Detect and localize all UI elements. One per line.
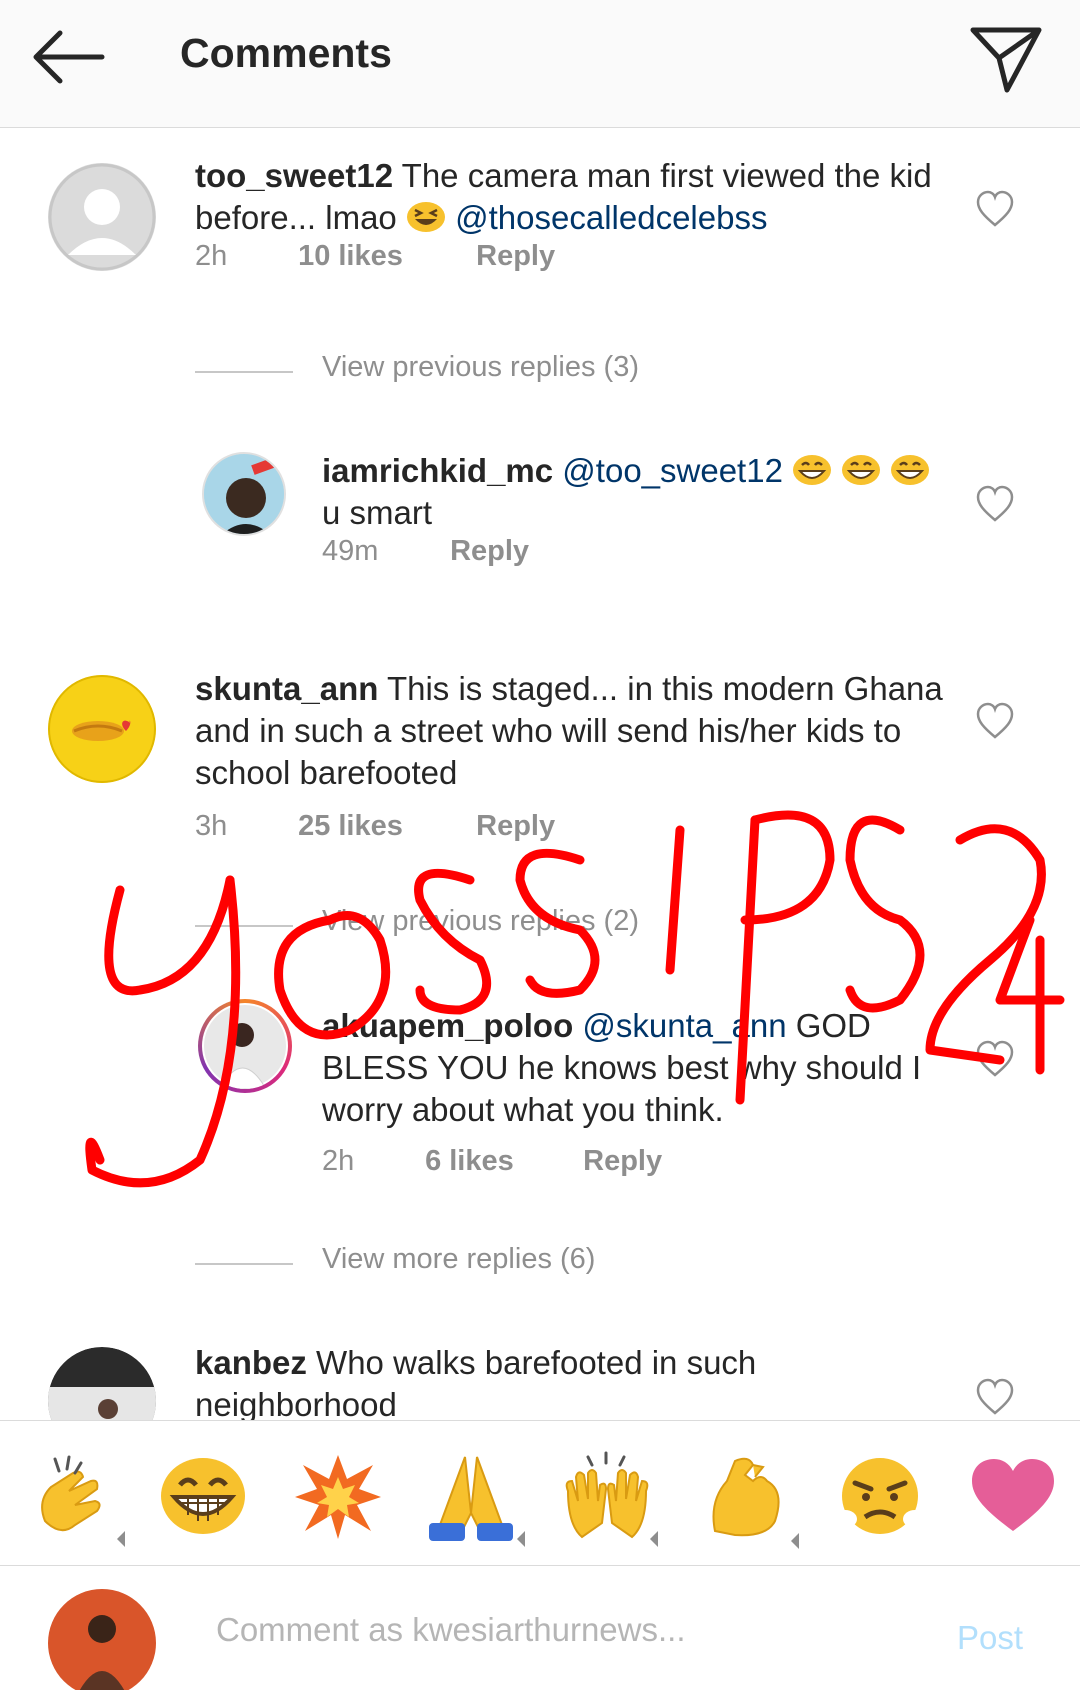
divider-line [195, 371, 293, 373]
view-replies-toggle[interactable]: View previous replies (3) [195, 351, 795, 391]
likes-count[interactable]: 6 likes [425, 1145, 575, 1178]
emoji-button-heart[interactable] [968, 1451, 1058, 1541]
user-photo-icon [48, 1589, 156, 1690]
comment-input[interactable]: Comment as kwesiarthurnews... [216, 1611, 686, 1649]
comment-item: skunta_ann This is staged... in this mod… [0, 660, 1080, 860]
pink-heart-icon [972, 1459, 1054, 1531]
raising-hands-icon [565, 1451, 658, 1547]
emoji-button-angry[interactable] [833, 1451, 927, 1541]
timestamp: 2h [322, 1145, 355, 1177]
paper-plane-icon [970, 27, 1042, 93]
view-replies-label: View previous replies (3) [322, 351, 639, 383]
avatar[interactable] [202, 452, 286, 536]
comment-meta: 3h 25 likes Reply [195, 810, 555, 843]
avatar[interactable] [198, 999, 292, 1093]
collision-icon [295, 1455, 381, 1539]
user-photo-icon [48, 1347, 156, 1420]
username[interactable]: iamrichkid_mc [322, 452, 553, 489]
like-heart-icon[interactable] [975, 1040, 1015, 1078]
comment-text: too_sweet12 The camera man first viewed … [195, 155, 945, 239]
grinning-face-icon [161, 1458, 245, 1534]
divider-line [195, 925, 293, 927]
avatar[interactable] [48, 675, 156, 783]
comment-item: kanbez Who walks barefooted in such neig… [0, 1335, 1080, 1420]
view-more-replies-toggle[interactable]: View more replies (6) [195, 1243, 795, 1283]
clapping-hands-icon [41, 1455, 125, 1547]
default-avatar-icon [48, 163, 156, 271]
emoji-button-pray[interactable] [425, 1451, 525, 1547]
username[interactable]: skunta_ann [195, 670, 378, 707]
comment-body: u smart [322, 494, 433, 531]
back-button[interactable] [30, 24, 110, 94]
view-replies-toggle[interactable]: View previous replies (2) [195, 905, 795, 945]
comment-item: too_sweet12 The camera man first viewed … [0, 140, 1080, 310]
grinning-squinting-face-icon [406, 202, 445, 232]
reply-button[interactable]: Reply [476, 810, 555, 843]
username[interactable]: too_sweet12 [195, 157, 393, 194]
kissing-face-icon [48, 675, 156, 783]
user-photo-icon [202, 1003, 288, 1090]
username[interactable]: akuapem_poloo [322, 1007, 573, 1044]
comment-composer: Comment as kwesiarthurnews... Post [0, 1567, 1080, 1690]
comment-text: skunta_ann This is staged... in this mod… [195, 668, 955, 794]
view-replies-label: View previous replies (2) [322, 905, 639, 937]
mention-link[interactable]: @thosecalledcelebss [455, 199, 767, 236]
comment-meta: 49m Reply [322, 535, 529, 568]
like-heart-icon[interactable] [975, 702, 1015, 740]
reply-item: iamrichkid_mc @too_sweet12 u smart 49m R… [0, 440, 1080, 590]
reply-item: akuapem_poloo @skunta_ann GOD BLESS YOU … [0, 995, 1080, 1195]
folded-hands-icon [429, 1456, 525, 1547]
emoji-button-grin[interactable] [158, 1451, 248, 1541]
page-title: Comments [180, 30, 392, 76]
divider-line [195, 1263, 293, 1265]
grinning-face-icon [793, 455, 832, 485]
view-replies-label: View more replies (6) [322, 1243, 596, 1275]
avatar[interactable] [48, 163, 156, 271]
mention-link[interactable]: @too_sweet12 [562, 452, 783, 489]
timestamp: 2h [195, 240, 228, 272]
grinning-face-icon [842, 455, 881, 485]
like-heart-icon[interactable] [975, 190, 1015, 228]
likes-count[interactable]: 25 likes [298, 810, 468, 843]
reply-button[interactable]: Reply [476, 240, 555, 273]
like-heart-icon[interactable] [975, 1378, 1015, 1416]
back-arrow-icon [33, 30, 105, 84]
comment-text: akuapem_poloo @skunta_ann GOD BLESS YOU … [322, 1005, 962, 1131]
avatar[interactable] [48, 1347, 156, 1420]
emoji-quick-bar [0, 1420, 1080, 1566]
grinning-face-icon [891, 455, 930, 485]
comment-meta: 2h 6 likes Reply [322, 1145, 662, 1178]
angry-face-icon [833, 1458, 927, 1534]
emoji-button-muscle[interactable] [705, 1451, 799, 1549]
like-heart-icon[interactable] [975, 485, 1015, 523]
current-user-avatar[interactable] [48, 1589, 156, 1690]
post-button[interactable]: Post [957, 1619, 1023, 1657]
likes-count[interactable]: 10 likes [298, 240, 468, 273]
reply-button[interactable]: Reply [450, 535, 529, 568]
timestamp: 49m [322, 535, 379, 567]
username[interactable]: kanbez [195, 1344, 307, 1381]
emoji-button-raise-hands[interactable] [558, 1451, 658, 1547]
emoji-button-clap[interactable] [25, 1451, 125, 1547]
reply-button[interactable]: Reply [583, 1145, 662, 1178]
top-bar: Comments [0, 0, 1080, 128]
emoji-button-collision[interactable] [293, 1451, 383, 1541]
comment-meta: 2h 10 likes Reply [195, 240, 555, 273]
user-photo-icon [204, 454, 284, 534]
share-button[interactable] [965, 18, 1045, 98]
flexed-biceps-icon [712, 1457, 799, 1549]
mention-link[interactable]: @skunta_ann [582, 1007, 786, 1044]
timestamp: 3h [195, 810, 228, 842]
comment-text: iamrichkid_mc @too_sweet12 u smart [322, 450, 942, 534]
comment-text: kanbez Who walks barefooted in such neig… [195, 1342, 935, 1420]
